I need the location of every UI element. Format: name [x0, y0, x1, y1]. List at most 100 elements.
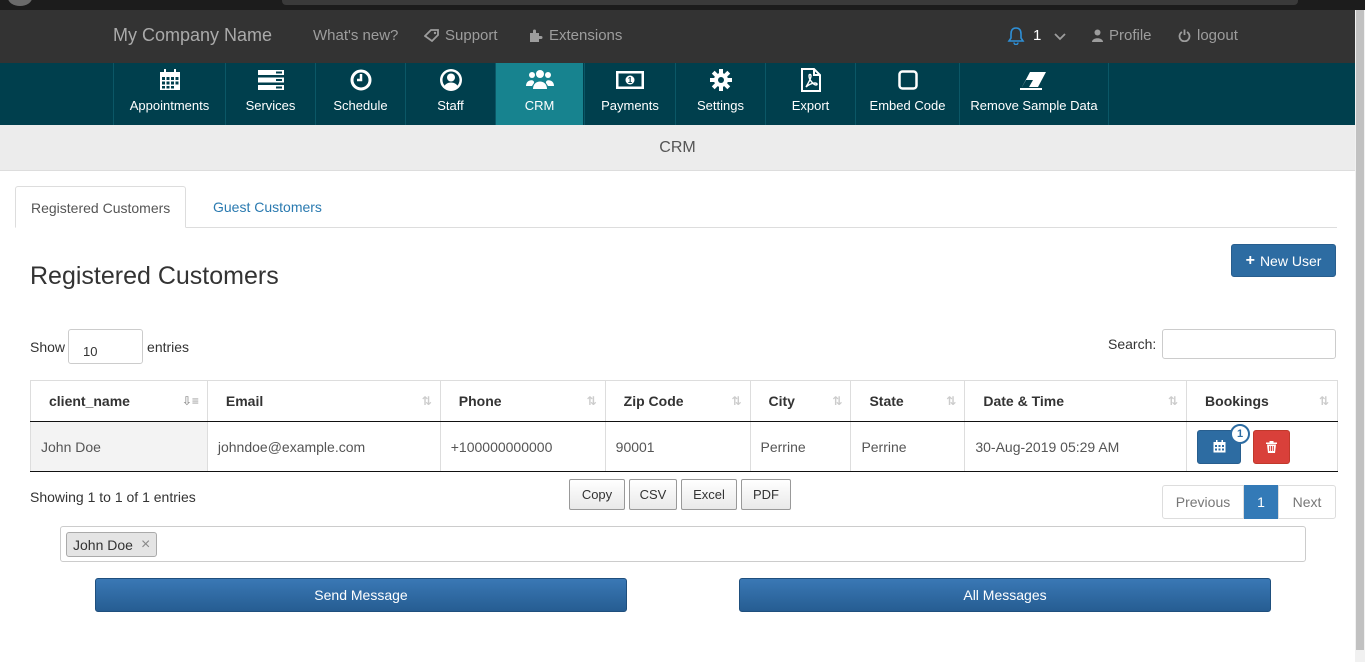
- pagination: Previous 1 Next: [1162, 485, 1336, 519]
- new-user-button[interactable]: + New User: [1231, 244, 1336, 277]
- browser-tab-edge: [8, 0, 32, 6]
- nav-staff-label: Staff: [437, 98, 464, 113]
- pagination-next[interactable]: Next: [1278, 485, 1336, 519]
- cell-bookings: 1: [1186, 421, 1338, 472]
- table-info: Showing 1 to 1 of 1 entries: [30, 489, 196, 505]
- nav-embed-code-label: Embed Code: [869, 98, 946, 113]
- column-header-zip-code[interactable]: Zip Code ⇅: [604, 380, 751, 422]
- pdf-button[interactable]: PDF: [741, 479, 791, 510]
- list-icon: [257, 70, 284, 90]
- column-header-state[interactable]: State ⇅: [850, 380, 965, 422]
- nav-schedule-label: Schedule: [333, 98, 388, 113]
- recipients-field[interactable]: John Doe ×: [60, 526, 1306, 562]
- top-navbar: My Company Name What's new? Support Exte…: [0, 10, 1365, 63]
- nav-export[interactable]: Export: [765, 63, 855, 125]
- view-bookings-button[interactable]: 1: [1197, 423, 1251, 464]
- column-header-city[interactable]: City ⇅: [749, 380, 851, 422]
- column-header-client-name[interactable]: client_name ⇩≡: [30, 380, 208, 422]
- column-label: client_name: [49, 393, 130, 409]
- entries-select[interactable]: 10: [68, 329, 144, 364]
- send-message-button[interactable]: Send Message: [95, 578, 627, 612]
- column-label: Zip Code: [623, 393, 684, 409]
- support-label: Support: [445, 27, 498, 44]
- delete-customer-button[interactable]: [1252, 429, 1290, 464]
- column-header-phone[interactable]: Phone ⇅: [439, 380, 606, 422]
- nav-settings-label: Settings: [697, 98, 744, 113]
- ticket-icon: [424, 29, 439, 42]
- plus-icon: +: [1245, 251, 1255, 269]
- extensions-label: Extensions: [549, 27, 623, 44]
- page-scrollbar[interactable]: [1355, 10, 1365, 662]
- extensions-link[interactable]: Extensions: [528, 27, 622, 44]
- sort-desc-icon: ⇩≡: [181, 394, 199, 408]
- nav-appointments[interactable]: Appointments: [113, 63, 225, 125]
- search-control: Search:: [1108, 329, 1337, 359]
- profile-link[interactable]: Profile: [1092, 27, 1152, 44]
- column-label: City: [768, 393, 795, 409]
- users-icon: [525, 70, 554, 89]
- remove-recipient-icon[interactable]: ×: [141, 536, 150, 554]
- nav-staff[interactable]: Staff: [405, 63, 495, 125]
- search-input[interactable]: [1162, 329, 1337, 359]
- tab-registered-customers[interactable]: Registered Customers: [15, 186, 187, 228]
- browser-address-bar[interactable]: [282, 0, 1298, 5]
- nav-crm-label: CRM: [524, 98, 555, 113]
- page-title: Registered Customers: [30, 262, 279, 290]
- logout-label: logout: [1197, 27, 1238, 44]
- calendar-icon: [159, 69, 180, 90]
- icon-navigation: Appointments Services Schedule Staff CRM…: [0, 63, 1365, 125]
- section-header: CRM: [0, 125, 1355, 171]
- nav-services[interactable]: Services: [225, 63, 315, 125]
- nav-settings[interactable]: Settings: [675, 63, 765, 125]
- bookings-count-badge: 1: [1230, 423, 1251, 444]
- copy-button[interactable]: Copy: [569, 479, 625, 510]
- column-header-bookings[interactable]: Bookings ⇅: [1186, 380, 1338, 422]
- all-messages-button[interactable]: All Messages: [739, 578, 1271, 612]
- cell-zip-code: 90001: [604, 421, 751, 472]
- sort-icon: ⇅: [1318, 394, 1329, 408]
- nav-embed-code[interactable]: Embed Code: [855, 63, 959, 125]
- cell-state: Perrine: [850, 421, 965, 472]
- column-header-date-time[interactable]: Date & Time ⇅: [964, 380, 1187, 422]
- tab-guest-customers[interactable]: Guest Customers: [198, 186, 337, 228]
- excel-button[interactable]: Excel: [681, 479, 737, 510]
- cell-date-time: 30-Aug-2019 05:29 AM: [964, 421, 1187, 472]
- nav-crm[interactable]: CRM: [495, 63, 583, 125]
- recipient-chip: John Doe ×: [66, 532, 158, 557]
- sort-icon: ⇅: [731, 394, 742, 408]
- column-header-email[interactable]: Email ⇅: [206, 380, 441, 422]
- nav-remove-sample-data[interactable]: Remove Sample Data: [959, 63, 1109, 125]
- whats-new-link[interactable]: What's new?: [313, 27, 398, 44]
- notifications-dropdown[interactable]: 1: [1007, 26, 1067, 45]
- svg-text:1: 1: [628, 76, 633, 85]
- nav-schedule[interactable]: Schedule: [315, 63, 405, 125]
- nav-payments-label: Payments: [601, 98, 659, 113]
- scrollbar-thumb[interactable]: [1356, 10, 1364, 650]
- clock-icon: [350, 69, 371, 91]
- recipient-chip-label: John Doe: [73, 536, 133, 553]
- cell-email: johndoe@example.com: [206, 421, 441, 472]
- square-icon: [897, 70, 918, 90]
- nav-services-label: Services: [245, 98, 296, 113]
- calendar-icon: [1213, 440, 1226, 453]
- support-link[interactable]: Support: [424, 27, 498, 44]
- export-buttons: Copy CSV Excel PDF: [569, 479, 791, 510]
- search-label: Search:: [1108, 336, 1157, 352]
- pagination-previous[interactable]: Previous: [1162, 485, 1244, 519]
- user-circle-icon: [439, 69, 462, 91]
- entries-label: entries: [147, 338, 190, 355]
- brand-name[interactable]: My Company Name: [113, 25, 272, 46]
- pagination-page-1[interactable]: 1: [1244, 485, 1278, 519]
- eraser-icon: [1020, 72, 1046, 90]
- logout-link[interactable]: logout: [1178, 27, 1238, 44]
- nav-payments[interactable]: 1 Payments: [584, 63, 675, 125]
- sort-icon: ⇅: [946, 394, 957, 408]
- pdf-file-icon: [800, 68, 821, 92]
- power-icon: [1178, 29, 1191, 42]
- sort-icon: ⇅: [832, 394, 843, 408]
- user-icon: [1092, 29, 1103, 42]
- show-label: Show: [30, 338, 66, 355]
- new-user-label: New User: [1259, 252, 1322, 269]
- nav-export-label: Export: [791, 98, 830, 113]
- csv-button[interactable]: CSV: [629, 479, 677, 510]
